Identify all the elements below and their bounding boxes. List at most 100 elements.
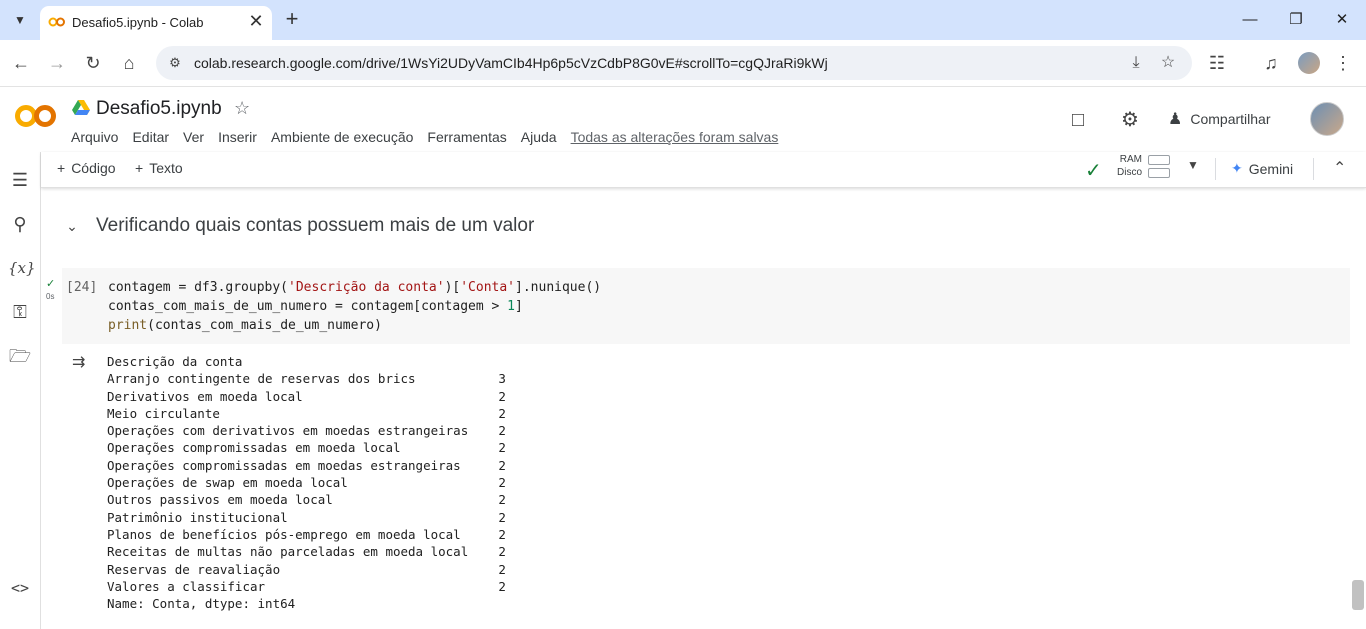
ram-label: RAM <box>1119 154 1143 165</box>
disk-label: Disco <box>1117 167 1143 178</box>
collapse-chevron-up-icon[interactable]: ⌃ <box>1333 158 1346 178</box>
output-row-name: Operações de swap em moeda local <box>107 475 348 491</box>
output-row-padding <box>303 389 499 404</box>
download-icon[interactable]: ⤓ <box>1126 53 1146 73</box>
url-text[interactable]: colab.research.google.com/drive/1WsYi2UD… <box>194 55 828 71</box>
output-row-name: Meio circulante <box>107 405 220 421</box>
output-row: Meio circulante 2 <box>107 405 506 422</box>
share-button[interactable]: ♟ Compartilhar <box>1168 104 1270 134</box>
tab-search-chevron-icon[interactable]: ▼ <box>8 8 32 32</box>
runtime-dropdown-icon[interactable]: ▼ <box>1187 158 1199 172</box>
output-row: Derivativos em moeda local 2 <box>107 388 506 405</box>
user-avatar[interactable] <box>1310 102 1344 136</box>
home-icon[interactable]: ⌂ <box>116 50 142 76</box>
add-text-button[interactable]: + Texto <box>135 160 183 176</box>
output-row: Planos de benefícios pós-emprego em moed… <box>107 526 506 543</box>
cell-output: Descrição da conta Arranjo contingente de… <box>107 353 506 612</box>
output-row-padding <box>333 492 499 507</box>
output-row-value: 2 <box>498 492 506 508</box>
secrets-key-icon[interactable]: ⚿ <box>8 300 32 324</box>
output-row-value: 2 <box>498 457 506 473</box>
output-row-value: 2 <box>498 423 506 439</box>
menu-ferramentas[interactable]: Ferramentas <box>427 129 506 149</box>
extensions-icon[interactable]: ☷ <box>1204 50 1230 76</box>
menu-ver[interactable]: Ver <box>183 129 204 149</box>
restore-icon[interactable]: ❐ <box>1284 8 1308 32</box>
output-row: Operações compromissadas em moeda local … <box>107 439 506 456</box>
code-line[interactable]: print(contas_com_mais_de_um_numero) <box>108 316 601 335</box>
bookmark-star-icon[interactable]: ☆ <box>1158 53 1178 73</box>
output-row-name: Receitas de multas não parceladas em moe… <box>107 544 469 560</box>
saved-status-link[interactable]: Todas as alterações foram salvas <box>571 129 779 149</box>
scrollbar-thumb[interactable] <box>1352 580 1364 610</box>
output-row-name: Operações com derivativos em moedas estr… <box>107 423 469 439</box>
output-row-value: 2 <box>498 440 506 456</box>
output-row-padding <box>348 475 499 490</box>
back-arrow-icon[interactable]: ← <box>8 50 34 76</box>
output-row-name: Operações compromissadas em moeda local <box>107 440 401 456</box>
output-row-value: 2 <box>498 544 506 560</box>
site-info-icon[interactable]: ⚙ <box>166 54 184 72</box>
star-icon[interactable]: ☆ <box>234 98 250 119</box>
output-actions-icon[interactable]: ⇉ <box>72 352 96 372</box>
tab-close-icon[interactable]: ✕ <box>246 11 266 31</box>
comments-icon[interactable]: □ <box>1066 108 1090 132</box>
media-control-icon[interactable]: ♫ <box>1258 50 1284 76</box>
output-row-padding <box>280 562 498 577</box>
output-row-value: 2 <box>498 526 506 542</box>
resource-monitor[interactable]: RAM Disco <box>1117 154 1171 178</box>
colab-logo-icon[interactable] <box>14 102 58 130</box>
code-editor[interactable]: contagem = df3.groupby('Descrição da con… <box>108 278 601 335</box>
notebook-title[interactable]: Desafio5.ipynb <box>96 98 222 120</box>
browser-toolbar: ← → ↻ ⌂ ⚙ colab.research.google.com/driv… <box>0 40 1366 87</box>
ram-bar <box>1148 154 1171 165</box>
divider <box>1215 158 1216 180</box>
gemini-button[interactable]: ✦ Gemini <box>1231 160 1293 177</box>
menu-arquivo[interactable]: Arquivo <box>71 129 118 149</box>
output-row-padding <box>401 440 499 455</box>
forward-arrow-icon[interactable]: → <box>44 50 70 76</box>
output-row-padding <box>461 527 499 542</box>
new-tab-button[interactable]: + <box>280 8 304 32</box>
code-cell[interactable]: [24] contagem = df3.groupby('Descrição d… <box>62 268 1350 344</box>
browser-tab[interactable]: Desafio5.ipynb - Colab ✕ <box>40 6 272 40</box>
browser-menu-icon[interactable]: ⋮ <box>1330 50 1356 76</box>
menu-editar[interactable]: Editar <box>132 129 169 149</box>
cell-run-success-icon: ✓ <box>46 278 56 290</box>
settings-gear-icon[interactable]: ⚙ <box>1118 108 1142 132</box>
execution-count[interactable]: [24] <box>66 280 97 295</box>
code-line[interactable]: contas_com_mais_de_um_numero = contagem[… <box>108 297 601 316</box>
gemini-sparkle-icon: ✦ <box>1231 160 1243 176</box>
output-row-padding <box>468 544 498 559</box>
files-folder-icon[interactable]: 🗁 <box>8 344 32 368</box>
output-header: Descrição da conta <box>107 354 243 369</box>
reload-icon[interactable]: ↻ <box>80 50 106 76</box>
output-row-name: Planos de benefícios pós-emprego em moed… <box>107 526 461 542</box>
minimize-icon[interactable]: — <box>1238 8 1262 32</box>
connected-check-icon[interactable]: ✓ <box>1085 158 1102 183</box>
search-icon[interactable]: ⚲ <box>8 212 32 236</box>
address-bar[interactable]: ⚙ colab.research.google.com/drive/1WsYi2… <box>156 46 1192 80</box>
share-label: Compartilhar <box>1190 111 1271 127</box>
disk-bar <box>1148 167 1171 178</box>
add-code-button[interactable]: + Código <box>57 160 116 176</box>
google-drive-icon[interactable] <box>72 100 90 116</box>
output-row-name: Arranjo contingente de reservas dos bric… <box>107 371 416 387</box>
output-row-value: 2 <box>498 578 506 594</box>
variables-icon[interactable]: {x} <box>8 256 36 280</box>
output-row: Receitas de multas não parceladas em moe… <box>107 543 506 560</box>
output-row: Valores a classificar 2 <box>107 578 506 595</box>
window-close-icon[interactable]: ✕ <box>1330 8 1354 32</box>
output-row-padding <box>416 371 499 386</box>
output-row: Operações com derivativos em moedas estr… <box>107 422 506 439</box>
profile-avatar[interactable] <box>1298 52 1320 74</box>
section-chevron-down-icon[interactable]: ⌄ <box>62 216 82 236</box>
menu-inserir[interactable]: Inserir <box>218 129 257 149</box>
code-snippets-icon[interactable]: <> <box>8 576 32 600</box>
divider <box>1313 158 1314 180</box>
menu-ajuda[interactable]: Ajuda <box>521 129 557 149</box>
menu-ambiente-execucao[interactable]: Ambiente de execução <box>271 129 413 149</box>
code-line[interactable]: contagem = df3.groupby('Descrição da con… <box>108 278 601 297</box>
output-row-name: Valores a classificar <box>107 578 266 594</box>
table-of-contents-icon[interactable]: ☰ <box>8 168 32 192</box>
